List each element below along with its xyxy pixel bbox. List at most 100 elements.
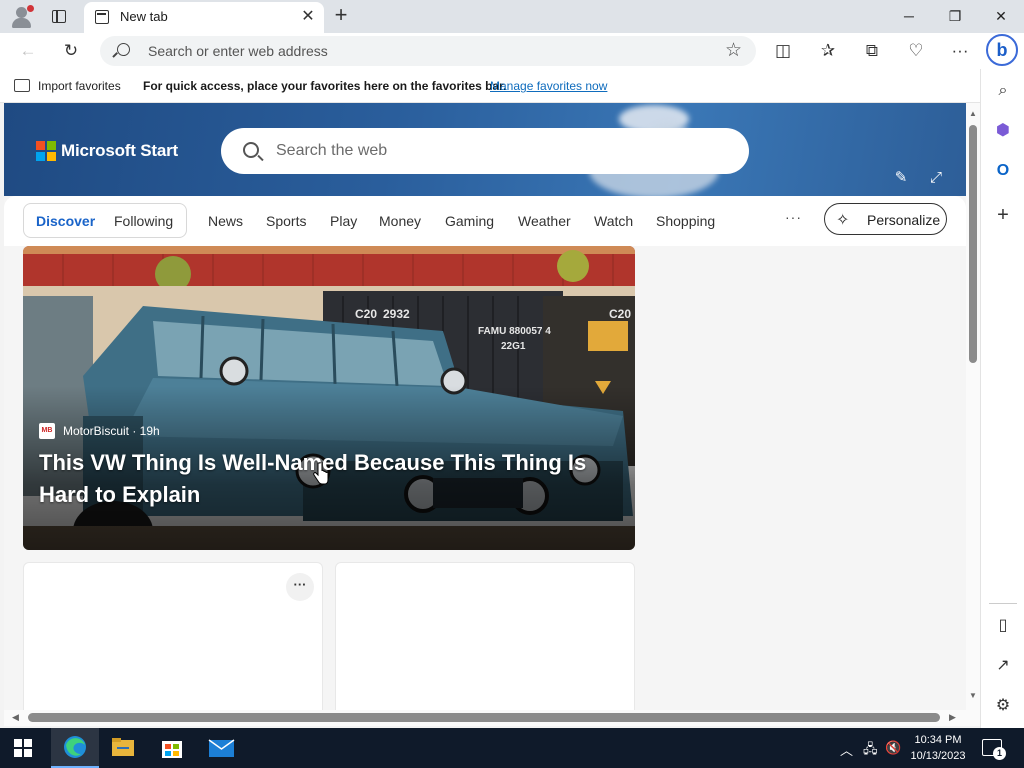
folder-icon: [112, 738, 134, 756]
web-search-box[interactable]: Search the web: [221, 128, 749, 174]
favorites-bar: Import favorites For quick access, place…: [0, 69, 980, 103]
horizontal-scroll-thumb[interactable]: [28, 713, 940, 722]
article-source[interactable]: MotorBiscuit · 19h: [63, 424, 160, 438]
new-tab-page: Microsoft Start Search the web ✎ ⤢ Disco…: [4, 103, 966, 710]
nav-gaming[interactable]: Gaming: [445, 213, 494, 229]
profile-icon[interactable]: [10, 5, 34, 29]
notification-count: 1: [993, 747, 1006, 760]
copilot-bing-icon[interactable]: b: [986, 34, 1018, 66]
scroll-left-icon[interactable]: ◀: [12, 712, 19, 723]
favorites-icon[interactable]: ✰: [815, 38, 841, 64]
outlook-icon[interactable]: O: [991, 159, 1015, 183]
clock-date: 10/13/2023: [910, 750, 966, 762]
add-favorite-star-icon[interactable]: ☆: [725, 39, 742, 62]
article-headline[interactable]: This VW Thing Is Well-Named Because This…: [39, 447, 629, 511]
back-arrow-icon[interactable]: ←: [15, 38, 41, 64]
restore-icon[interactable]: ❐: [932, 0, 978, 33]
manage-favorites-link[interactable]: Manage favorites now: [490, 79, 607, 93]
open-external-icon[interactable]: ↗: [991, 654, 1015, 678]
new-tab-plus-icon[interactable]: +: [330, 4, 352, 27]
personalize-button[interactable]: ✧ Personalize: [824, 203, 947, 235]
sidebar-divider: [989, 603, 1017, 604]
taskbar-mail[interactable]: [197, 728, 245, 768]
nav-watch[interactable]: Watch: [594, 213, 633, 229]
vertical-scrollbar[interactable]: ▲ ▼: [966, 103, 980, 710]
container-label-3: C20: [609, 307, 631, 321]
hide-sidebar-icon[interactable]: ▯: [991, 614, 1015, 638]
card-menu-button[interactable]: ···: [286, 573, 314, 601]
nav-shopping[interactable]: Shopping: [656, 213, 715, 229]
microsoft-logo-icon: [36, 141, 56, 161]
container-label-1: C20: [355, 307, 377, 321]
taskbar-store[interactable]: [148, 728, 196, 768]
container-label-2a: FAMU 880057 4: [478, 326, 551, 337]
close-tab-icon[interactable]: ✕: [298, 7, 318, 27]
notification-center-icon[interactable]: 1: [982, 739, 1006, 760]
tab-page-icon: [95, 10, 109, 24]
tab-title: New tab: [120, 9, 168, 24]
browser-essentials-icon[interactable]: ♡: [903, 38, 929, 64]
brand-title[interactable]: Microsoft Start: [61, 141, 178, 161]
taskbar-clock[interactable]: 10:34 PM 10/13/2023: [902, 732, 974, 764]
show-hidden-icons[interactable]: ︿: [840, 740, 853, 759]
search-icon: [117, 43, 130, 56]
collections-icon[interactable]: ⧉: [859, 38, 885, 64]
clock-time: 10:34 PM: [914, 734, 962, 746]
sidebar-add-icon[interactable]: +: [991, 203, 1015, 227]
windows-start-icon[interactable]: [14, 739, 32, 757]
mail-icon: [208, 739, 235, 757]
settings-more-icon[interactable]: ···: [947, 38, 973, 64]
web-search-icon: [243, 142, 259, 158]
tab-actions-icon[interactable]: [49, 7, 69, 25]
title-bar: New tab ✕ + ─ ❐ ✕: [0, 0, 1024, 33]
minimize-icon[interactable]: ─: [886, 0, 932, 33]
refresh-icon[interactable]: ↻: [58, 38, 84, 64]
split-screen-icon[interactable]: ◫: [770, 38, 796, 64]
tab-discover[interactable]: Discover: [36, 213, 95, 229]
address-bar[interactable]: Search or enter web address ☆: [100, 36, 756, 66]
nav-money[interactable]: Money: [379, 213, 421, 229]
tab-following[interactable]: Following: [114, 213, 173, 229]
sidebar-settings-gear-icon[interactable]: ⚙: [991, 694, 1015, 718]
scroll-right-icon[interactable]: ▶: [949, 712, 956, 723]
feed-card-1[interactable]: ···: [23, 562, 323, 710]
container-label-2b: 22G1: [501, 341, 526, 352]
taskbar-edge[interactable]: [51, 728, 99, 768]
edge-icon: [64, 736, 86, 758]
nav-sports[interactable]: Sports: [266, 213, 306, 229]
horizontal-scrollbar[interactable]: ◀ ▶: [4, 710, 980, 726]
network-icon[interactable]: 🖧: [863, 740, 878, 762]
import-favorites-icon[interactable]: [14, 79, 30, 92]
expand-icon[interactable]: ⤢: [926, 168, 946, 188]
store-icon: [162, 741, 182, 758]
scroll-down-icon[interactable]: ▼: [968, 691, 978, 700]
feed-nav: Discover Following News Sports Play Mone…: [4, 196, 966, 246]
feed-card-2[interactable]: [335, 562, 635, 710]
address-input[interactable]: Search or enter web address: [148, 43, 328, 59]
source-logo-icon: MB: [39, 423, 55, 439]
taskbar-file-explorer[interactable]: [99, 728, 147, 768]
web-search-input[interactable]: Search the web: [276, 142, 387, 160]
nav-play[interactable]: Play: [330, 213, 357, 229]
sidebar-search-icon[interactable]: ⌕: [991, 79, 1015, 103]
windows-taskbar: ︿ 🖧 🔇 10:34 PM 10/13/2023 1: [0, 728, 1024, 768]
import-favorites-button[interactable]: Import favorites: [38, 79, 121, 93]
sidebar-tools-icon[interactable]: ⬢: [991, 119, 1015, 143]
container-label-1b: 2932: [383, 307, 410, 321]
nav-more-button[interactable]: ···: [785, 209, 802, 225]
hand-cursor-icon: [313, 462, 329, 485]
edge-sidebar: ⌕ ⬢ O + ▯ ↗ ⚙: [980, 69, 1024, 728]
address-bar-row: ← ↻ Search or enter web address ☆ ◫ ✰ ⧉ …: [0, 33, 1024, 69]
favorites-hint-text: For quick access, place your favorites h…: [143, 79, 507, 93]
vertical-scroll-thumb[interactable]: [969, 125, 977, 363]
close-window-icon[interactable]: ✕: [978, 0, 1024, 33]
nav-news[interactable]: News: [208, 213, 243, 229]
tab-new-tab[interactable]: New tab ✕: [84, 2, 324, 33]
featured-article-card[interactable]: C20 2932 FAMU 880057 4 22G1 C20 MB Motor…: [23, 246, 635, 550]
scroll-up-icon[interactable]: ▲: [968, 109, 978, 118]
volume-muted-icon[interactable]: 🔇: [885, 740, 901, 756]
personalize-sparkle-icon: ✧: [836, 212, 850, 229]
personalize-label: Personalize: [867, 212, 941, 228]
nav-weather[interactable]: Weather: [518, 213, 571, 229]
edit-background-icon[interactable]: ✎: [891, 168, 911, 188]
